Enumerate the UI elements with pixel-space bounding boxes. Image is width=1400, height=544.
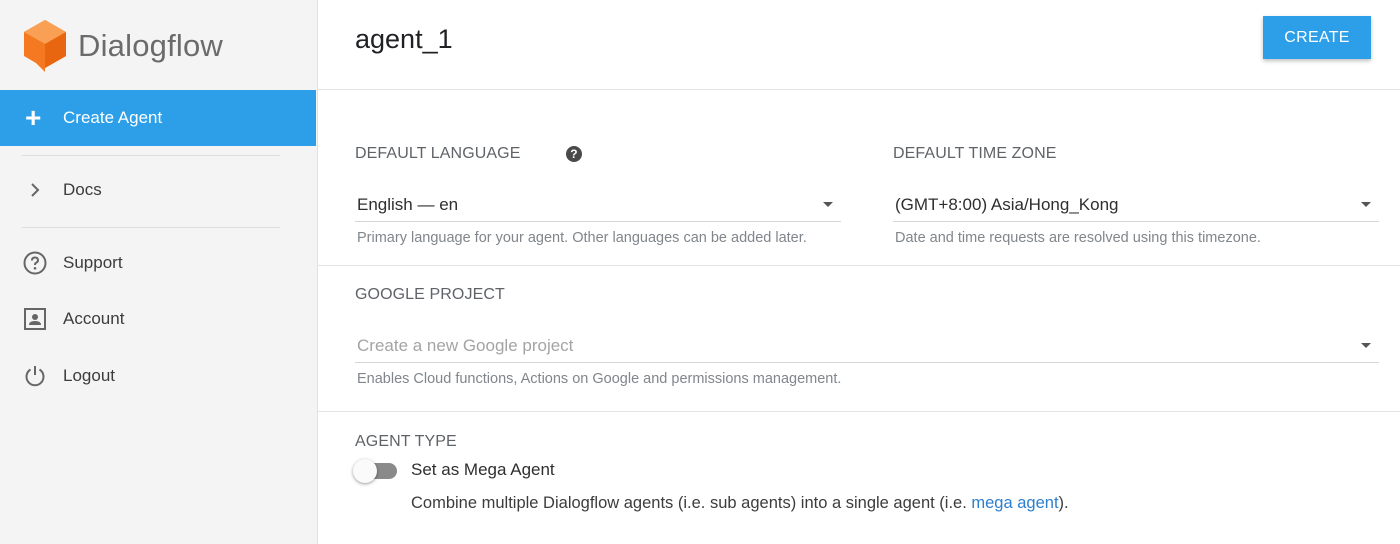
dropdown-arrow-icon (1361, 202, 1371, 207)
toggle-thumb (353, 459, 377, 483)
sidebar-item-account[interactable]: Account (0, 299, 316, 339)
time-zone-value: (GMT+8:00) Asia/Hong_Kong (895, 194, 1119, 214)
default-language-section: DEFAULT LANGUAGE ? (355, 145, 595, 163)
sidebar-item-support[interactable]: Support (0, 243, 316, 283)
google-project-select[interactable]: Create a new Google project (355, 329, 1379, 363)
google-project-label: GOOGLE PROJECT (355, 286, 505, 303)
section-divider (318, 411, 1400, 412)
sidebar-item-label: Docs (63, 180, 102, 199)
dialogflow-logo-icon (24, 20, 66, 72)
sidebar-item-label: Support (63, 253, 123, 272)
sidebar-item-docs[interactable]: Docs (0, 170, 316, 210)
help-circle-icon (22, 250, 48, 276)
mega-agent-toggle[interactable] (353, 459, 399, 483)
google-project-hint: Enables Cloud functions, Actions on Goog… (357, 371, 842, 387)
sidebar-item-logout[interactable]: Logout (0, 356, 316, 396)
mega-agent-toggle-label: Set as Mega Agent (411, 460, 555, 479)
language-select[interactable]: English — en (355, 188, 841, 222)
description-text: Combine multiple Dialogflow agents (i.e.… (411, 494, 972, 512)
agent-type-label: AGENT TYPE (355, 433, 457, 450)
create-agent-label: Create Agent (63, 108, 163, 127)
chevron-right-icon (22, 177, 48, 203)
section-divider (318, 265, 1400, 266)
sidebar-divider (22, 227, 280, 228)
mega-agent-link[interactable]: mega agent (971, 494, 1058, 512)
language-hint: Primary language for your agent. Other l… (357, 230, 807, 246)
dropdown-arrow-icon (823, 202, 833, 207)
sidebar-item-label: Account (63, 309, 125, 328)
logo[interactable]: Dialogflow (22, 18, 223, 74)
google-project-placeholder: Create a new Google project (357, 335, 574, 355)
sidebar-divider (22, 155, 280, 156)
default-time-zone-label: DEFAULT TIME ZONE (893, 145, 1057, 162)
power-icon (22, 363, 48, 389)
dropdown-arrow-icon (1361, 343, 1371, 348)
mega-agent-description: Combine multiple Dialogflow agents (i.e.… (411, 494, 1069, 513)
sidebar-item-label: Logout (63, 366, 115, 385)
time-zone-hint: Date and time requests are resolved usin… (895, 230, 1261, 246)
agent-name-title[interactable]: agent_1 (355, 24, 453, 55)
main-panel: agent_1 CREATE DEFAULT LANGUAGE ? Englis… (318, 0, 1400, 544)
sidebar: Dialogflow + Create Agent Docs Support A… (0, 0, 318, 544)
plus-icon: + (25, 102, 42, 133)
account-box-icon (22, 306, 48, 332)
create-agent-button[interactable]: + Create Agent (0, 90, 316, 146)
help-icon[interactable]: ? (566, 146, 582, 162)
time-zone-select[interactable]: (GMT+8:00) Asia/Hong_Kong (893, 188, 1379, 222)
language-value: English — en (357, 194, 459, 214)
default-language-label: DEFAULT LANGUAGE (355, 145, 521, 162)
logo-text: Dialogflow (78, 28, 224, 63)
description-text-end: ). (1058, 494, 1069, 512)
create-button[interactable]: CREATE (1263, 16, 1371, 59)
header: agent_1 CREATE (318, 0, 1400, 90)
